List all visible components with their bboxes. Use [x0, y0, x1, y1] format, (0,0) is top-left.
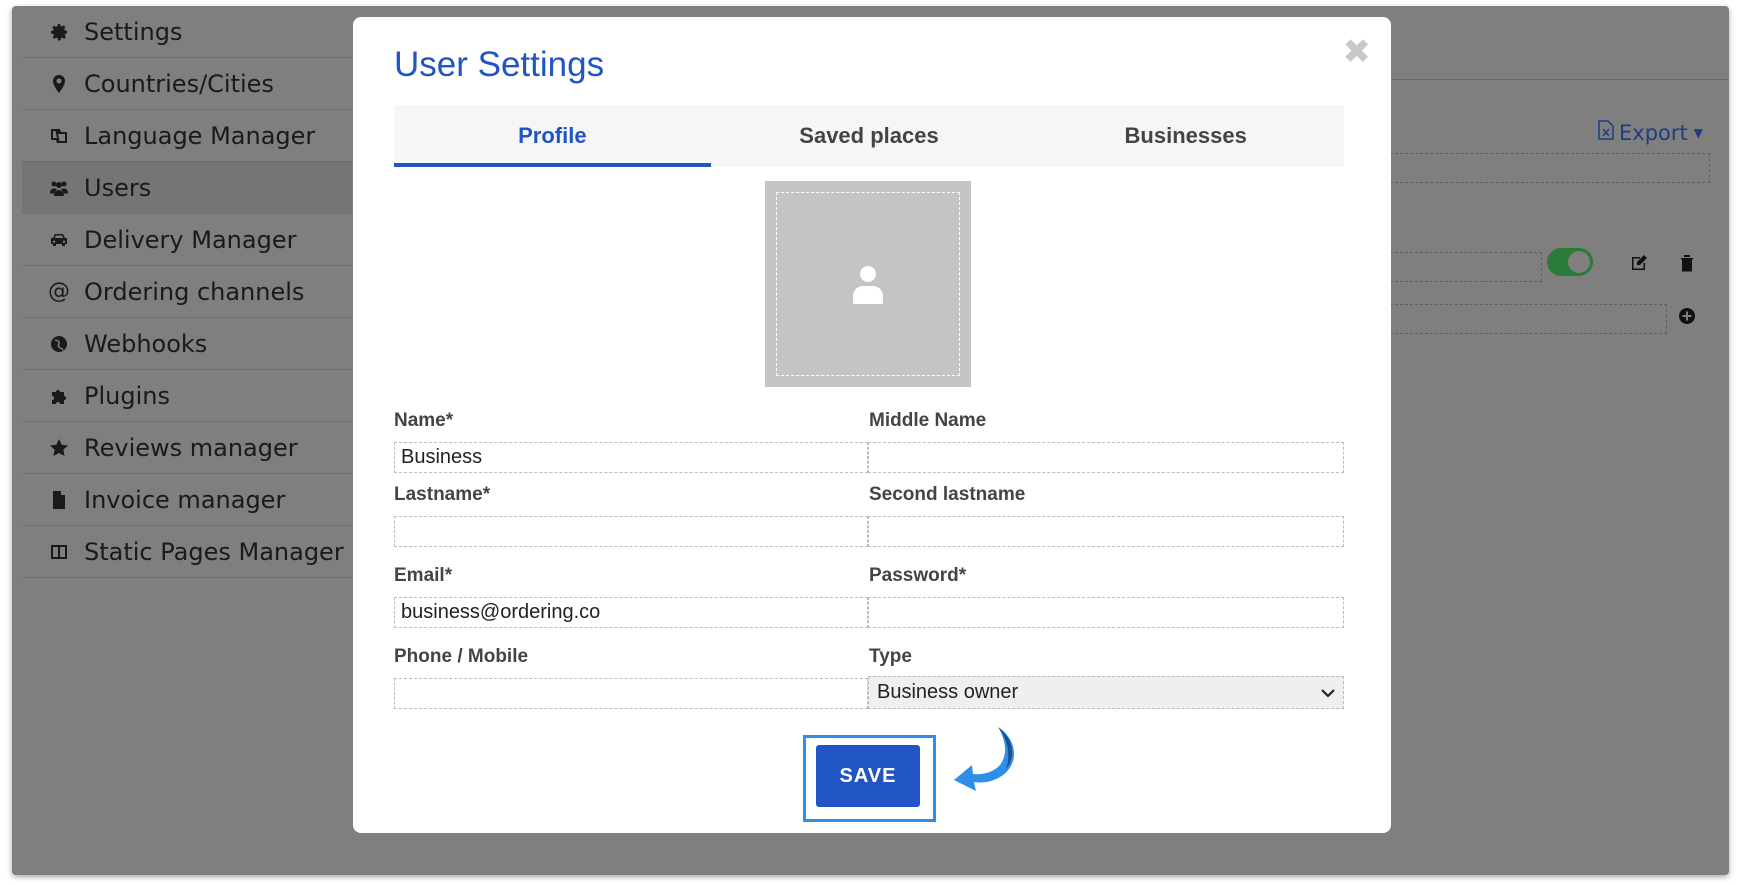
gear-icon: [48, 21, 70, 43]
map-pin-icon: [48, 73, 70, 95]
sidebar-item-language-manager[interactable]: Language Manager: [22, 110, 352, 162]
language-icon: [48, 125, 70, 147]
avatar-dropzone: [776, 192, 960, 376]
phone-label: Phone / Mobile: [394, 646, 529, 667]
sidebar-item-invoice-manager[interactable]: Invoice manager: [22, 474, 352, 526]
users-icon: [48, 177, 70, 199]
sidebar-item-label: Ordering channels: [84, 277, 305, 306]
sidebar-item-label: Invoice manager: [84, 485, 286, 514]
user-settings-modal: ✖ User Settings Profile Saved places Bus…: [353, 17, 1391, 833]
user-icon: [853, 266, 883, 304]
globe-icon: [48, 333, 70, 355]
header-divider: [1392, 79, 1728, 80]
puzzle-icon: [48, 385, 70, 407]
sidebar-item-countries[interactable]: Countries/Cities: [22, 58, 352, 110]
sidebar-item-label: Users: [84, 173, 152, 202]
modal-title: User Settings: [394, 45, 605, 84]
phone-input[interactable]: [394, 678, 868, 709]
tab-saved-places[interactable]: Saved places: [711, 105, 1028, 167]
bg-input: [1390, 304, 1667, 334]
sidebar-item-label: Reviews manager: [84, 433, 298, 462]
sidebar: Settings Countries/Cities Language Manag…: [22, 6, 352, 578]
save-button[interactable]: SAVE: [816, 745, 920, 807]
export-label: Export: [1619, 120, 1688, 145]
middle-name-label: Middle Name: [869, 410, 987, 431]
plus-circle-icon[interactable]: [1677, 306, 1697, 326]
sidebar-item-plugins[interactable]: Plugins: [22, 370, 352, 422]
sidebar-item-delivery-manager[interactable]: Delivery Manager: [22, 214, 352, 266]
sidebar-item-ordering-channels[interactable]: @ Ordering channels: [22, 266, 352, 318]
second-lastname-label: Second lastname: [869, 484, 1026, 505]
sidebar-item-label: Static Pages Manager: [84, 537, 344, 566]
file-excel-icon: [1597, 120, 1619, 145]
export-button[interactable]: Export ▼: [1597, 120, 1703, 145]
sidebar-item-label: Language Manager: [84, 121, 316, 150]
sidebar-item-static-pages-manager[interactable]: Static Pages Manager: [22, 526, 352, 578]
columns-icon: [48, 541, 70, 563]
sidebar-item-label: Settings: [84, 17, 183, 46]
at-icon: @: [48, 279, 70, 304]
sidebar-item-label: Webhooks: [84, 329, 208, 358]
password-input[interactable]: [868, 597, 1344, 628]
avatar-upload[interactable]: [765, 181, 971, 387]
close-icon[interactable]: ✖: [1343, 35, 1372, 69]
chevron-down-icon: [1321, 688, 1335, 698]
second-lastname-input[interactable]: [868, 516, 1344, 547]
car-icon: [48, 229, 70, 251]
caret-down-icon: ▼: [1693, 125, 1703, 140]
sidebar-item-settings[interactable]: Settings: [22, 6, 352, 58]
password-label: Password*: [869, 565, 967, 586]
sidebar-item-label: Countries/Cities: [84, 69, 274, 98]
lastname-label: Lastname*: [394, 484, 491, 505]
tab-businesses[interactable]: Businesses: [1027, 105, 1344, 167]
edit-icon[interactable]: [1629, 253, 1649, 273]
type-select-value: Business owner: [877, 681, 1019, 703]
email-input[interactable]: business@ordering.co: [394, 597, 868, 628]
tab-profile[interactable]: Profile: [394, 105, 711, 167]
bg-input: [1390, 153, 1710, 183]
type-label: Type: [869, 646, 912, 667]
email-label: Email*: [394, 565, 453, 586]
toggle-switch[interactable]: [1547, 248, 1593, 276]
sidebar-item-reviews-manager[interactable]: Reviews manager: [22, 422, 352, 474]
name-label: Name*: [394, 410, 454, 431]
bg-input: [1390, 252, 1542, 282]
sidebar-item-label: Delivery Manager: [84, 225, 297, 254]
lastname-input[interactable]: [394, 516, 868, 547]
star-icon: [48, 437, 70, 459]
tab-bar: Profile Saved places Businesses: [394, 105, 1344, 167]
trash-icon[interactable]: [1677, 253, 1697, 273]
type-select[interactable]: Business owner: [868, 676, 1344, 709]
sidebar-item-label: Plugins: [84, 381, 170, 410]
sidebar-item-webhooks[interactable]: Webhooks: [22, 318, 352, 370]
curved-arrow-icon: [954, 727, 1015, 791]
name-input[interactable]: Business: [394, 442, 868, 473]
middle-name-input[interactable]: [868, 442, 1344, 473]
sidebar-item-users[interactable]: Users: [22, 162, 352, 214]
file-icon: [48, 489, 70, 511]
